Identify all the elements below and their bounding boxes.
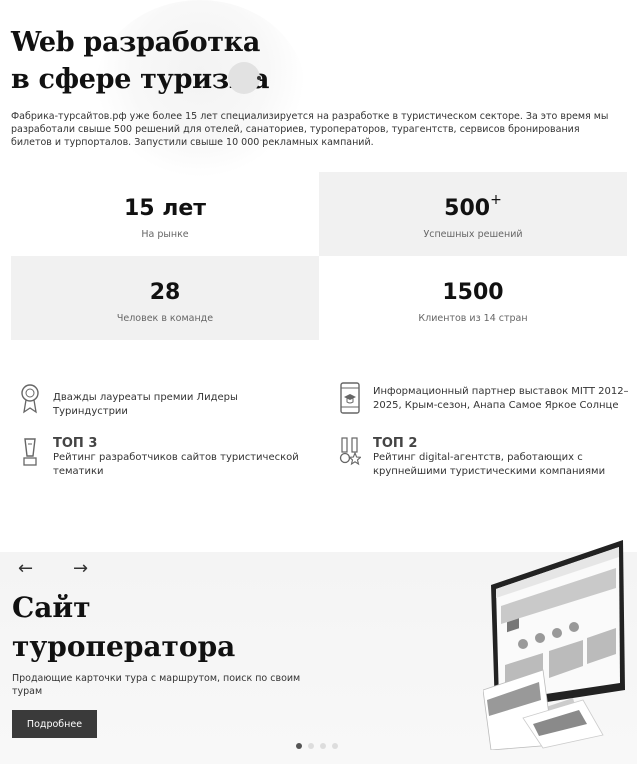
stat-label: Клиентов из 14 стран	[418, 313, 528, 324]
award-text: Рейтинг разработчиков сайтов туристическ…	[53, 452, 299, 477]
slider-dot[interactable]	[308, 743, 314, 749]
slider-pagination	[296, 743, 338, 749]
stat-years: 15 лет На рынке	[11, 172, 319, 256]
intro-text: Фабрика-турсайтов.рф уже более 15 лет сп…	[11, 111, 609, 148]
website-mockup-image	[482, 540, 631, 751]
slide-title: Сайт туроператора	[12, 588, 235, 666]
more-button[interactable]: Подробнее	[12, 710, 97, 738]
stat-value: 500+	[444, 192, 502, 221]
award-partner: Информационный партнер выставок MITT 201…	[339, 382, 629, 414]
stat-solutions: 500+ Успешных решений	[319, 172, 627, 256]
slide-title-line-1: Сайт	[12, 591, 91, 624]
slide-title-line-2: туроператора	[12, 630, 236, 663]
stat-value: 28	[149, 280, 181, 305]
stats-grid: 15 лет На рынке 500+ Успешных решений 28…	[11, 172, 627, 340]
slider-dot[interactable]	[320, 743, 326, 749]
stat-value: 15 лет	[123, 196, 207, 221]
stat-label: Человек в команде	[116, 313, 214, 324]
stat-clients: 1500 Клиентов из 14 стран	[319, 256, 627, 340]
slider-next-arrow[interactable]: →	[73, 560, 88, 578]
slider-prev-arrow[interactable]: ←	[18, 560, 33, 578]
slide-description: Продающие карточки тура с маршрутом, пои…	[12, 673, 301, 697]
medal-icon	[19, 382, 41, 414]
stat-label: На рынке	[141, 229, 189, 240]
award-heading: ТОП 3	[53, 436, 98, 451]
mobile-graduation-icon	[339, 382, 361, 414]
title-line-1: Web разработка	[11, 27, 261, 58]
award-top3: ТОП 3 Рейтинг разработчиков сайтов турис…	[19, 436, 309, 478]
trophy-icon	[19, 436, 41, 468]
slider-dot[interactable]	[296, 743, 302, 749]
award-heading: ТОП 2	[373, 436, 418, 451]
medals-icon	[339, 436, 361, 468]
title-decoration	[228, 62, 261, 94]
slider-dot[interactable]	[332, 743, 338, 749]
portfolio-slider: ← → Сайт туроператора Продающие карточки…	[0, 540, 637, 764]
stat-team: 28 Человек в команде	[11, 256, 319, 340]
award-text: Дважды лауреаты премии Лидеры Туриндустр…	[53, 392, 238, 417]
award-leaders: Дважды лауреаты премии Лидеры Туриндустр…	[19, 382, 309, 418]
award-top2: ТОП 2 Рейтинг digital-агентств, работающ…	[339, 436, 629, 478]
award-text: Информационный партнер выставок MITT 201…	[373, 386, 629, 411]
award-text: Рейтинг digital-агентств, работающих с к…	[373, 452, 606, 477]
stat-value: 1500	[442, 280, 504, 305]
stat-label: Успешных решений	[423, 229, 523, 240]
